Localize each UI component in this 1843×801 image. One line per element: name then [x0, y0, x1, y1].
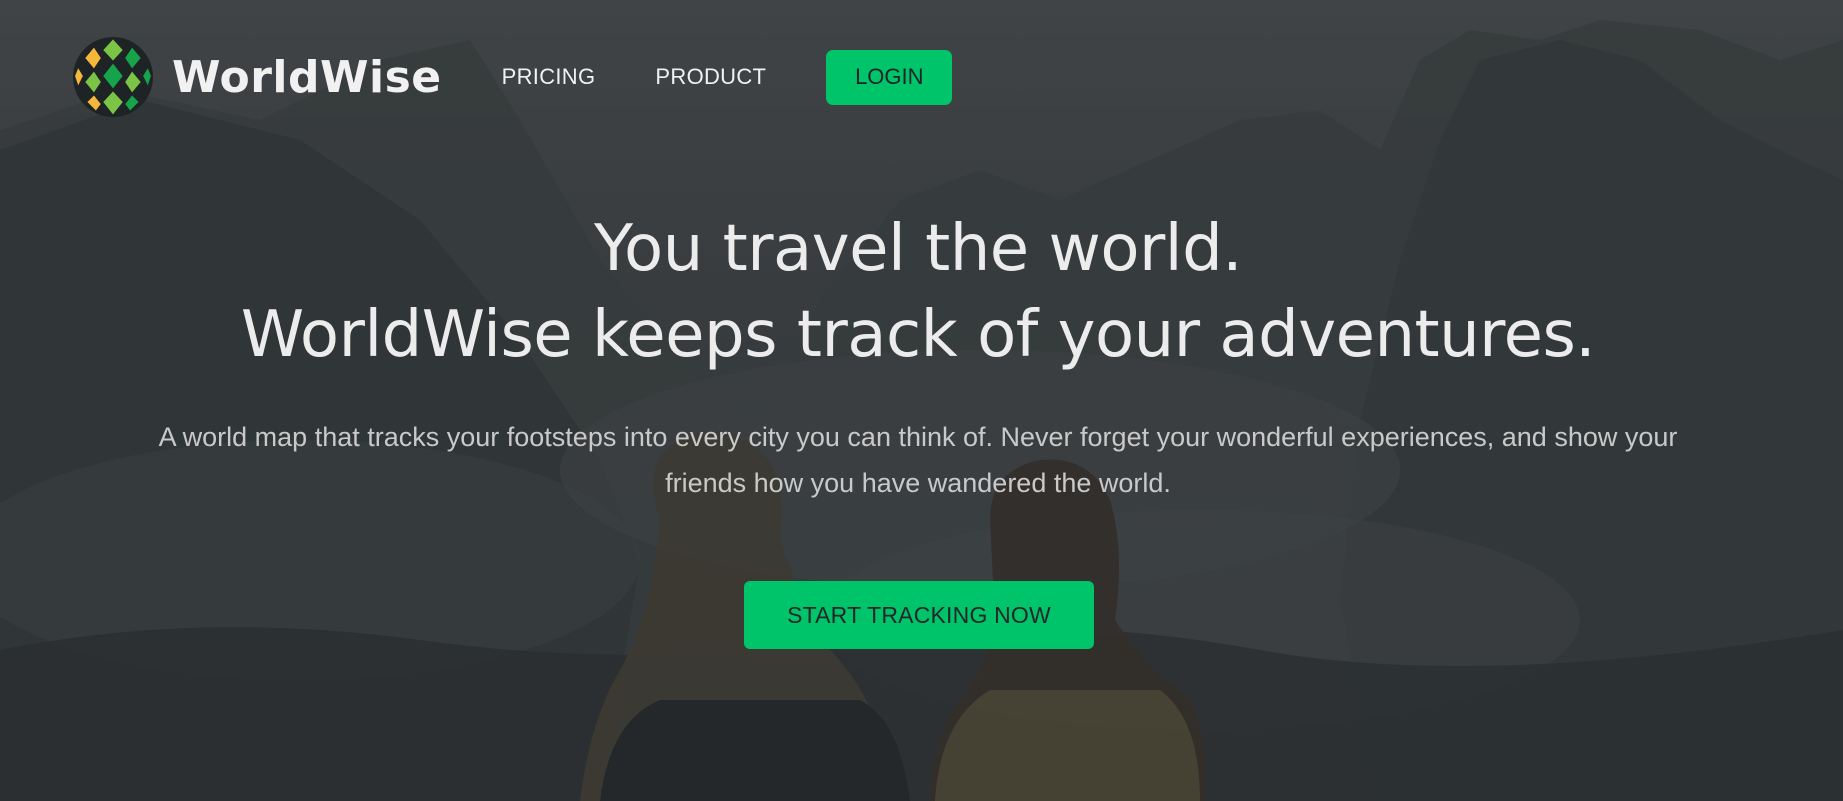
hero-section	[0, 0, 1843, 801]
brand-logo-link[interactable]: WorldWise	[72, 36, 442, 118]
background-overlay	[0, 0, 1843, 801]
hero-headline-line-1: You travel the world.	[593, 212, 1243, 286]
hero-description: A world map that tracks your footsteps i…	[158, 422, 1678, 498]
hero-headline-line-2: WorldWise keeps track of your adventures…	[240, 298, 1596, 372]
nav-link-pricing[interactable]: PRICING	[502, 64, 596, 90]
worldwise-logo-icon	[72, 36, 154, 118]
nav-link-product[interactable]: PRODUCT	[655, 64, 766, 90]
hero-headline: You travel the world. WorldWise keeps tr…	[0, 206, 1836, 378]
start-tracking-button[interactable]: START TRACKING NOW	[744, 581, 1094, 649]
brand-name: WorldWise	[172, 51, 442, 103]
top-navigation: WorldWise PRICING PRODUCT LOGIN	[72, 36, 953, 118]
login-button[interactable]: LOGIN	[826, 49, 953, 105]
